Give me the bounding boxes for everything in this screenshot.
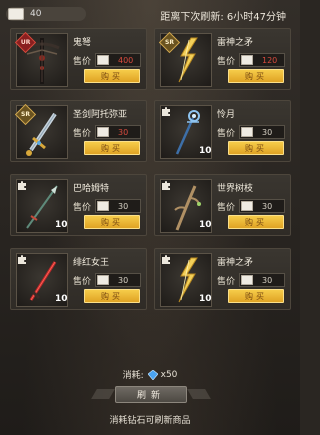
moon-staff-icon[interactable]: 10	[160, 105, 212, 159]
tree-branch-icon[interactable]: 10	[160, 179, 212, 233]
scroll-icon	[97, 127, 109, 137]
item-quantity: 10	[199, 294, 212, 304]
shop-item-card: 10 怜月 售价 30 购买	[154, 100, 291, 162]
price-label: 售价	[73, 129, 92, 139]
shop-item-card: 10 雷神之矛 售价 30 购买	[154, 248, 291, 310]
price-box: 30	[239, 125, 285, 139]
price-box: 30	[95, 273, 141, 287]
item-quantity: 10	[55, 220, 68, 230]
buy-button[interactable]: 购买	[228, 69, 284, 83]
shop-item-card: SR 圣剑阿托弥亚 售价 30 购买	[10, 100, 147, 162]
item-price: 120	[262, 55, 278, 65]
puzzle-piece-icon	[18, 255, 26, 264]
buy-button[interactable]: 购买	[84, 69, 140, 83]
buy-button[interactable]: 购买	[228, 215, 284, 229]
shop-item-card: 10 巴哈姆特 售价 30 购买	[10, 174, 147, 236]
currency-amount: 40	[30, 9, 42, 19]
price-label: 售价	[217, 57, 236, 67]
item-name: 世界树枝	[217, 184, 254, 194]
crossbow-icon[interactable]: UR	[14, 31, 68, 87]
refresh-countdown: 距离下次刷新: 6小时47分钟	[160, 12, 286, 23]
price-box: 30	[239, 199, 285, 213]
price-label: 售价	[73, 203, 92, 213]
item-quantity: 10	[55, 294, 68, 304]
price-label: 售价	[217, 129, 236, 139]
scroll-icon	[97, 275, 109, 285]
diamond-icon	[147, 369, 158, 380]
puzzle-piece-icon	[18, 181, 26, 190]
refresh-hint: 消耗钻石可刷新商品	[109, 416, 191, 426]
scroll-icon	[241, 275, 253, 285]
buy-button[interactable]: 购买	[228, 141, 284, 155]
puzzle-piece-icon	[162, 255, 170, 264]
price-label: 售价	[217, 277, 236, 287]
price-box: 30	[95, 125, 141, 139]
cost-label: 消耗:	[122, 371, 144, 381]
refresh-button[interactable]: 刷新	[115, 386, 187, 403]
puzzle-piece-icon	[162, 181, 170, 190]
spear-icon[interactable]: 10	[16, 179, 68, 233]
shop-item-card: 10 世界树枝 售价 30 购买	[154, 174, 291, 236]
price-label: 售价	[73, 277, 92, 287]
buy-button[interactable]: 购买	[84, 289, 140, 303]
holy-sword-icon[interactable]: SR	[14, 103, 68, 159]
price-box: 120	[239, 53, 285, 67]
buy-button[interactable]: 购买	[84, 215, 140, 229]
item-name: 雷神之矛	[217, 258, 254, 268]
item-name: 绯红女王	[73, 258, 110, 268]
price-box: 30	[95, 199, 141, 213]
item-name: 鬼弩	[73, 38, 92, 48]
scroll-icon	[241, 55, 253, 65]
lightning-spear-icon[interactable]: 10	[160, 253, 212, 307]
item-price: 30	[262, 275, 273, 285]
scroll-icon	[241, 201, 253, 211]
cost-amount: x50	[160, 369, 178, 380]
item-price: 30	[262, 127, 273, 137]
price-box: 30	[239, 273, 285, 287]
item-name: 雷神之矛	[217, 38, 254, 48]
item-price: 400	[118, 55, 134, 65]
price-box: 400	[95, 53, 141, 67]
shop-item-card: SR 雷神之矛 售价 120 购买	[154, 28, 291, 90]
puzzle-piece-icon	[162, 107, 170, 116]
item-name: 圣剑阿托弥亚	[73, 110, 128, 120]
item-quantity: 10	[199, 146, 212, 156]
item-name: 怜月	[217, 110, 236, 120]
item-price: 30	[118, 127, 129, 137]
lightning-spear-icon[interactable]: SR	[158, 31, 212, 87]
crimson-blade-icon[interactable]: 10	[16, 253, 68, 307]
scroll-currency: 40	[6, 7, 86, 21]
item-price: 30	[118, 201, 129, 211]
scroll-icon	[97, 201, 109, 211]
item-quantity: 10	[199, 220, 212, 230]
scroll-icon	[8, 8, 24, 20]
item-price: 30	[262, 201, 273, 211]
shop-item-card: 10 绯红女王 售价 30 购买	[10, 248, 147, 310]
price-label: 售价	[217, 203, 236, 213]
buy-button[interactable]: 购买	[84, 141, 140, 155]
price-label: 售价	[73, 57, 92, 67]
item-price: 30	[118, 275, 129, 285]
shop-item-card: UR 鬼弩 售价 400 购买	[10, 28, 147, 90]
scroll-icon	[97, 55, 109, 65]
scroll-icon	[241, 127, 253, 137]
buy-button[interactable]: 购买	[228, 289, 284, 303]
item-name: 巴哈姆特	[73, 184, 110, 194]
refresh-cost: 消耗: x50	[0, 368, 300, 381]
top-bar: 40 距离下次刷新: 6小时47分钟	[0, 0, 300, 26]
shop-footer: 消耗: x50 刷新 消耗钻石可刷新商品	[0, 362, 300, 435]
